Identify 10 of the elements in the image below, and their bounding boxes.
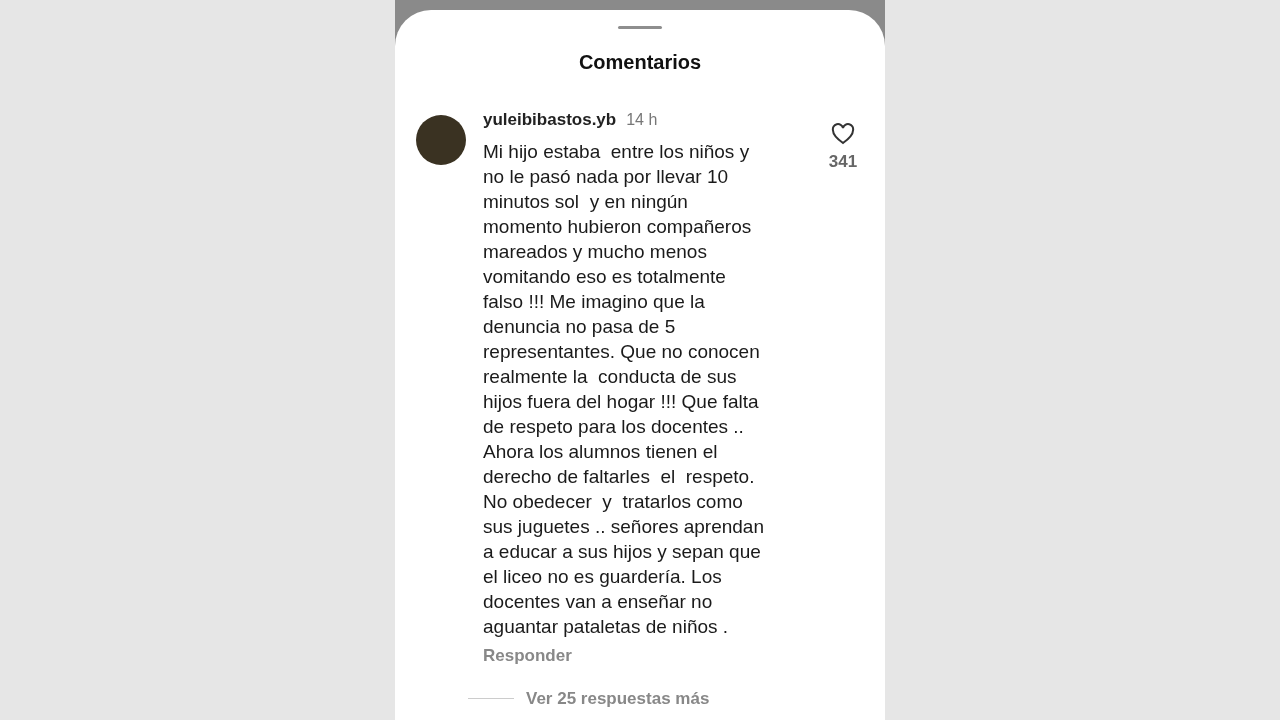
drag-handle[interactable] xyxy=(618,26,662,29)
sheet-title: Comentarios xyxy=(578,50,702,75)
avatar[interactable] xyxy=(416,115,466,165)
comment-time: 14 h xyxy=(626,110,658,130)
view-replies-link[interactable]: Ver 25 respuestas más xyxy=(526,686,710,712)
heart-icon[interactable] xyxy=(831,123,855,145)
like-count: 341 xyxy=(828,151,858,173)
username[interactable]: yuleibibastos.yb xyxy=(483,107,617,133)
comment-text: Mi hijo estaba entre los niños y no le pasó nada por llevar 10 minutos sol y en ningún momento hubieron compañeros mareados y mucho menos vomitando eso es totalmente falso !!! Me imagino que la denuncia no pasa de 5 representantes. Que no conocen realmente la conducta de sus hijos fuera del hogar !!! Que falta de respeto para los docentes .. Ahora los alumnos tienen el derecho de faltarles el respeto. No obedecer y tratarlos como sus juguetes .. señores aprendan a educar a sus hijos y sepan que el liceo no es guardería. Los docentes van a enseñar no aguantar pataletas de niños . xyxy=(483,139,765,639)
reply-link[interactable]: Responder xyxy=(483,642,572,668)
